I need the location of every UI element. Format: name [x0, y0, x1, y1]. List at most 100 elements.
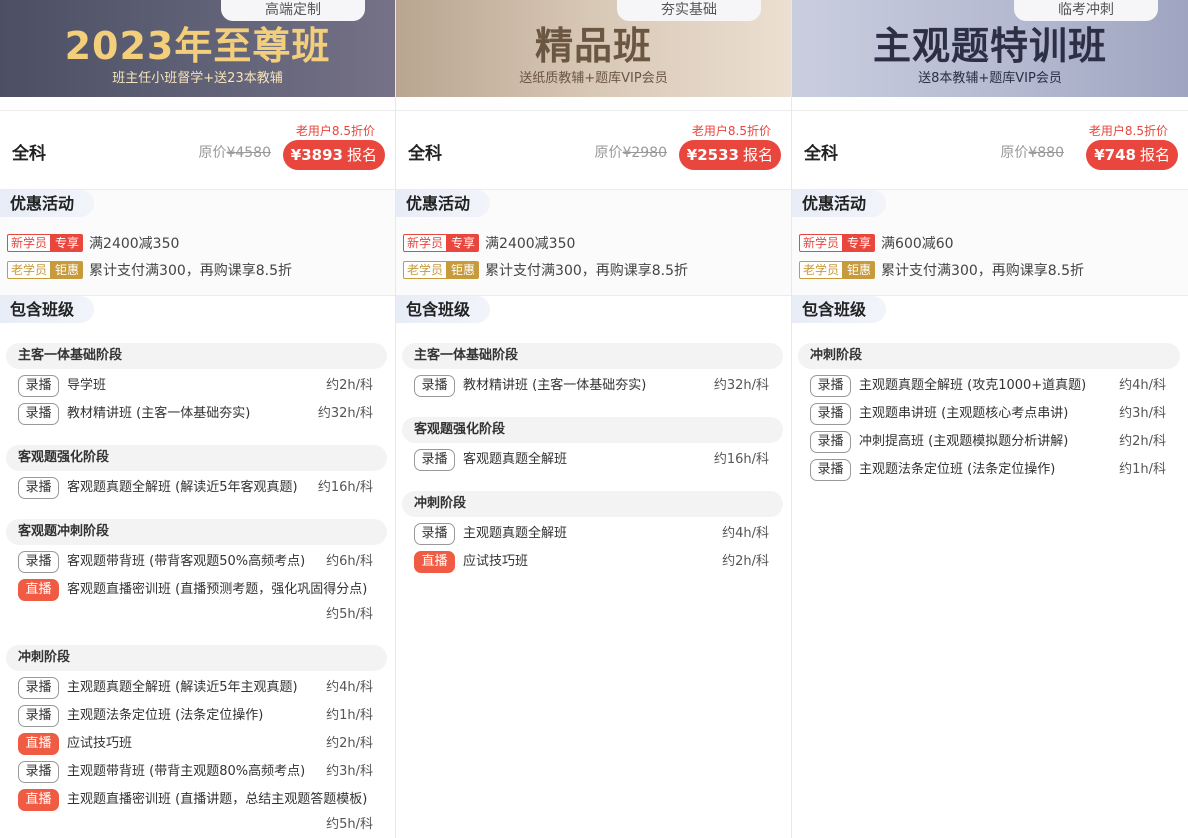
promo-badge: 新学员 专享	[799, 234, 876, 252]
stage-block: 主客一体基础阶段录播 导学班 约2h/科录播 教材精讲班 (主客一体基础夯实) 约32h…	[0, 343, 395, 425]
course-item[interactable]: 录播 客观题真题全解班 (解读近5年客观真题) 约16h/科	[18, 477, 373, 499]
course-duration: 约16h/科	[317, 480, 373, 495]
course-type-badge: 录播	[18, 705, 59, 727]
promo-badge: 老学员 钜惠	[799, 261, 876, 279]
promo-badge-right: 专享	[51, 234, 84, 252]
original-price: 原价¥2980	[594, 142, 667, 162]
course-type-badge: 录播	[18, 677, 59, 699]
stage-title: 客观题强化阶段	[402, 417, 783, 443]
course-name: 主观题真题全解班 (解读近5年主观真题)	[67, 680, 298, 695]
course-duration: 约1h/科	[326, 708, 373, 723]
promo-text: 满2400减350	[485, 236, 576, 252]
classes-section: 包含班级 主客一体基础阶段 录播 导学班 约2h/科 录播 教材精讲班 (主客一体基础夯实)…	[0, 296, 395, 835]
package-subtitle: 班主任小班督学+送23本教辅	[112, 71, 283, 86]
classes-heading: 包含班级	[0, 296, 95, 323]
promo-section: 优惠活动 新学员 专享 满2400减350 老学员 钜惠 累计支付满300，再购课享8.5折	[0, 190, 395, 295]
course-item[interactable]: 录播 教材精讲班 (主客一体基础夯实) 约32h/科	[414, 375, 769, 397]
package-tag: 高端定制	[221, 0, 365, 21]
course-type-badge: 录播	[414, 523, 455, 545]
course-item[interactable]: 录播 主观题真题全解班 约4h/科	[414, 523, 769, 545]
promo-text: 满600减60	[881, 236, 954, 252]
course-item[interactable]: 直播 应试技巧班 约2h/科	[414, 551, 769, 573]
enroll-button[interactable]: ¥3893 报名	[282, 140, 385, 170]
course-name: 客观题带背班 (带背客观题50%高频考点)	[67, 554, 306, 569]
course-name: 主观题真题全解班 (攻克1000+道真题)	[859, 378, 1087, 393]
promo-text: 累计支付满300，再购课享8.5折	[485, 263, 689, 279]
course-type-badge: 录播	[414, 449, 455, 471]
package-column: 高端定制 2023年至尊班 班主任小班督学+送23本教辅 全科 原价¥4580 老用户8.…	[0, 0, 396, 838]
course-type-badge: 录播	[18, 551, 59, 573]
discount-note: 老用户8.5折价	[295, 124, 375, 138]
course-item[interactable]: 录播 主观题法条定位班 (法条定位操作) 约1h/科	[18, 705, 373, 727]
course-name: 冲刺提高班 (主观题模拟题分析讲解)	[859, 434, 1069, 449]
course-type-badge: 录播	[810, 459, 851, 481]
course-name: 应试技巧班	[67, 736, 133, 751]
classes-heading: 包含班级	[792, 296, 887, 323]
course-item[interactable]: 录播 主观题法条定位班 (法条定位操作) 约1h/科	[810, 459, 1166, 481]
enroll-label: 报名	[346, 146, 377, 164]
price-row: 全科 原价¥880 老用户8.5折价 ¥748 报名	[792, 110, 1188, 190]
original-price-label: 原价	[1000, 145, 1029, 161]
course-name: 客观题直播密训班 (直播预测考题，强化巩固得分点)	[67, 582, 368, 597]
enroll-button[interactable]: ¥748 报名	[1086, 140, 1178, 170]
promo-badge: 新学员 专享	[403, 234, 480, 252]
classes-heading: 包含班级	[396, 296, 491, 323]
course-name: 主观题法条定位班 (法条定位操作)	[859, 462, 1056, 477]
package-subtitle: 送8本教辅+题库VIP会员	[918, 71, 1062, 86]
enroll-price: ¥3893	[290, 146, 343, 164]
promo-section: 优惠活动新学员 专享 满600减60 老学员 钜惠 累计支付满300，再购课享8.5折	[792, 190, 1188, 295]
course-item[interactable]: 录播 导学班 约2h/科	[18, 375, 373, 397]
promo-heading: 优惠活动	[792, 190, 887, 217]
course-type-badge: 录播	[18, 761, 59, 783]
original-price-value: ¥4580	[226, 145, 271, 161]
stage-block: 客观题强化阶段 录播 客观题真题全解班 (解读近5年客观真题) 约16h/科	[0, 445, 395, 499]
course-duration: 约32h/科	[713, 378, 769, 393]
course-duration: 约6h/科	[326, 554, 373, 569]
course-name: 应试技巧班	[463, 554, 529, 569]
course-item[interactable]: 录播 主观题串讲班 (主观题核心考点串讲) 约3h/科	[810, 403, 1166, 425]
stage-title: 主客一体基础阶段	[6, 343, 387, 369]
subject-label: 全科	[408, 144, 442, 164]
course-item[interactable]: 录播 冲刺提高班 (主观题模拟题分析讲解) 约2h/科	[810, 431, 1166, 453]
course-duration: 约4h/科	[1119, 378, 1166, 393]
course-item[interactable]: 录播 教材精讲班 (主客一体基础夯实) 约32h/科	[18, 403, 373, 425]
stage-title: 客观题强化阶段	[6, 445, 387, 471]
promo-badge-right: 钜惠	[447, 261, 480, 279]
course-duration: 约2h/科	[326, 378, 373, 393]
course-name: 教材精讲班 (主客一体基础夯实)	[463, 378, 647, 393]
stage-block: 冲刺阶段 录播 主观题真题全解班 (解读近5年主观真题) 约4h/科 录播 主观题法条定位…	[0, 645, 395, 835]
promo-badge-left: 新学员	[403, 234, 448, 252]
course-duration: 约1h/科	[1119, 462, 1166, 477]
promo-badge-left: 老学员	[7, 261, 52, 279]
price-row: 全科 原价¥2980 老用户8.5折价 ¥2533 报名	[396, 110, 791, 190]
course-item[interactable]: 直播 客观题直播密训班 (直播预测考题，强化巩固得分点)	[18, 579, 373, 601]
package-column: 临考冲刺 主观题特训班 送8本教辅+题库VIP会员 全科 原价¥880 老用户8.5折价 ¥…	[792, 0, 1188, 838]
promo-badge-left: 新学员	[799, 234, 844, 252]
promo-item: 老学员 钜惠 累计支付满300，再购课享8.5折	[799, 261, 1188, 279]
course-item[interactable]: 录播 主观题带背班 (带背主观题80%高频考点) 约3h/科	[18, 761, 373, 783]
package-tag: 临考冲刺	[1014, 0, 1158, 21]
stage-block: 冲刺阶段 录播 主观题真题全解班 约4h/科 直播 应试技巧班 约2h/科	[396, 491, 791, 573]
promo-text: 累计支付满300，再购课享8.5折	[881, 263, 1085, 279]
course-name: 客观题真题全解班 (解读近5年客观真题)	[67, 480, 298, 495]
course-item[interactable]: 录播 主观题真题全解班 (攻克1000+道真题) 约4h/科	[810, 375, 1166, 397]
promo-item: 老学员 钜惠 累计支付满300，再购课享8.5折	[7, 261, 395, 279]
package-subtitle: 送纸质教辅+题库VIP会员	[519, 71, 668, 86]
course-item[interactable]: 录播 客观题带背班 (带背客观题50%高频考点) 约6h/科	[18, 551, 373, 573]
promo-badge-right: 专享	[843, 234, 876, 252]
course-item[interactable]: 录播 主观题真题全解班 (解读近5年主观真题) 约4h/科	[18, 677, 373, 699]
enroll-price: ¥748	[1094, 146, 1136, 164]
course-item[interactable]: 直播 应试技巧班 约2h/科	[18, 733, 373, 755]
enroll-button[interactable]: ¥2533 报名	[678, 140, 781, 170]
course-type-badge: 录播	[18, 403, 59, 425]
enroll-label: 报名	[742, 146, 773, 164]
stage-title: 冲刺阶段	[798, 343, 1180, 369]
course-item[interactable]: 直播 主观题直播密训班 (直播讲题，总结主观题答题模板)	[18, 789, 373, 811]
course-item[interactable]: 录播 客观题真题全解班 约16h/科	[414, 449, 769, 471]
course-name: 导学班	[67, 378, 107, 393]
promo-section: 优惠活动 新学员 专享 满2400减350 老学员 钜惠 累计支付满300，再购课享8.5折	[396, 190, 791, 295]
promo-item: 新学员 专享 满2400减350	[403, 234, 791, 252]
promo-item: 新学员 专享 满600减60	[799, 234, 1188, 252]
enroll-price: ¥2533	[686, 146, 739, 164]
promo-badge-left: 老学员	[403, 261, 448, 279]
